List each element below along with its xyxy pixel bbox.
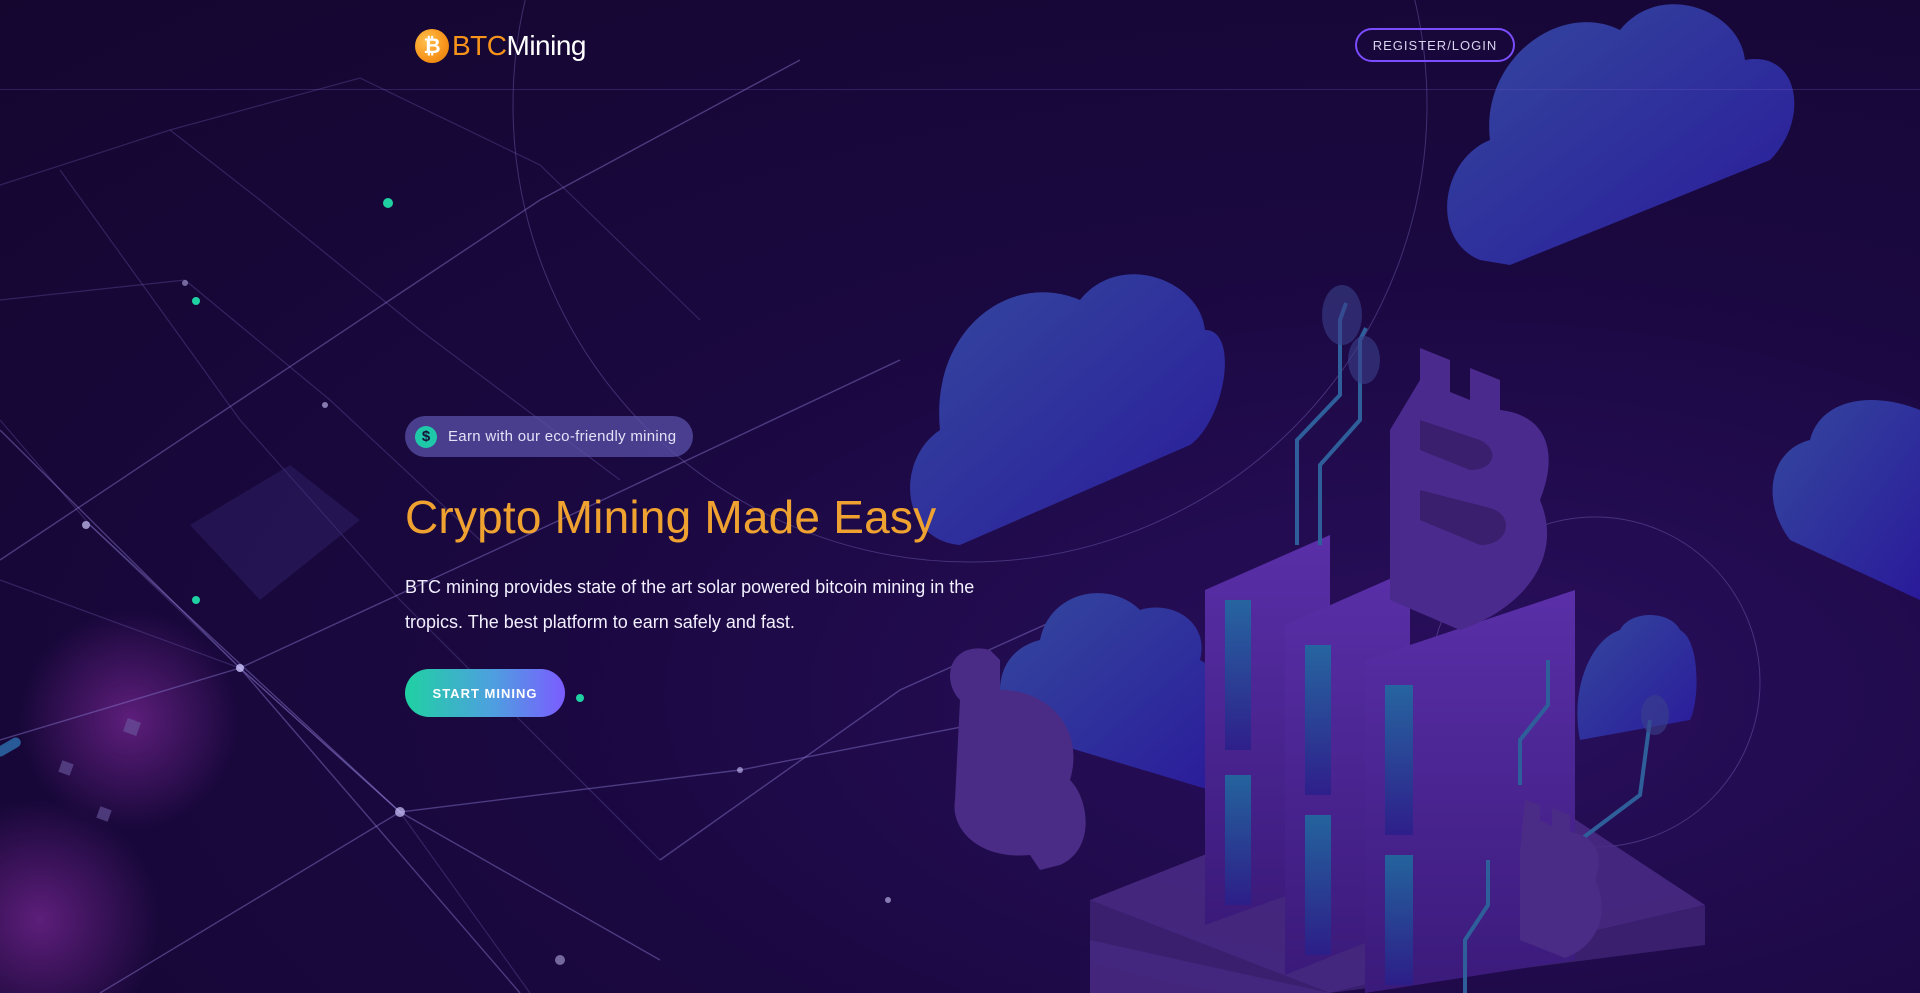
brand-logo[interactable]: ₿ BTCMining — [415, 28, 586, 64]
cloud-icon — [1772, 400, 1920, 600]
hero-title: Crypto Mining Made Easy — [405, 491, 937, 543]
register-login-button[interactable]: REGISTER/LOGIN — [1355, 28, 1515, 62]
brand-name-btc: BTC — [452, 30, 507, 61]
bitcoin-icon — [1390, 348, 1549, 630]
cloud-icon — [1577, 615, 1697, 740]
badge-text: Earn with our eco-friendly mining — [448, 428, 677, 445]
bitcoin-coin-icon: ₿ — [415, 29, 449, 63]
brand-name-mining: Mining — [506, 30, 587, 61]
bitcoin-icon — [1520, 800, 1602, 958]
hero-description: BTC mining provides state of the art sol… — [405, 577, 975, 632]
cloud-icon — [910, 274, 1225, 545]
dollar-icon: $ — [415, 425, 437, 448]
start-mining-button[interactable]: START MINING — [405, 669, 565, 717]
eco-mining-badge: $ Earn with our eco-friendly mining — [405, 416, 694, 457]
site-header: ₿ BTCMining REGISTER/LOGIN — [0, 0, 1920, 90]
mining-illustration — [910, 4, 1920, 993]
brand-name: BTCMining — [452, 30, 586, 62]
